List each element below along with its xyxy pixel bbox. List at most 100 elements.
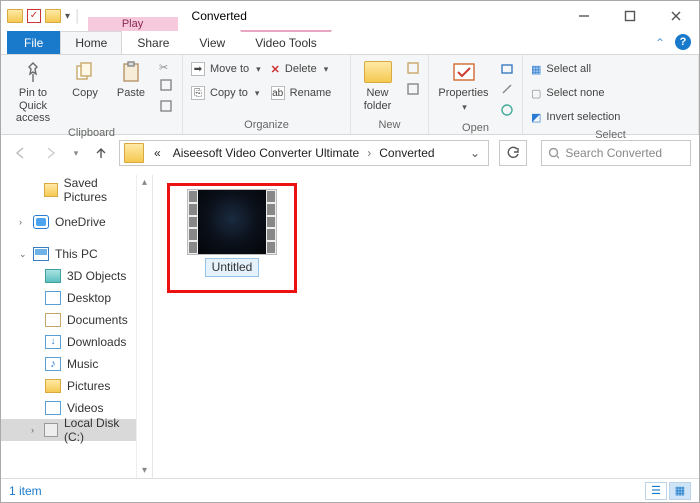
tree-item-documents[interactable]: Documents bbox=[1, 309, 136, 331]
history-icon[interactable] bbox=[500, 103, 514, 120]
downloads-icon bbox=[45, 335, 61, 349]
tree-item-this-pc[interactable]: ⌄This PC bbox=[1, 243, 136, 265]
content-pane[interactable]: Untitled bbox=[153, 175, 699, 478]
desktop-icon bbox=[45, 291, 61, 305]
new-item-icon[interactable] bbox=[406, 61, 420, 78]
address-dropdown-button[interactable]: ⌄ bbox=[462, 146, 488, 160]
tree-item-music[interactable]: ♪Music bbox=[1, 353, 136, 375]
new-folder-button[interactable]: New folder bbox=[359, 59, 396, 112]
tab-file[interactable]: File bbox=[7, 31, 60, 54]
this-pc-icon bbox=[33, 247, 49, 261]
move-to-icon: ➡ bbox=[191, 62, 205, 76]
select-all-icon: ▦ bbox=[531, 63, 541, 76]
properties-button[interactable]: Properties ▾ bbox=[437, 59, 490, 113]
chevron-right-icon[interactable]: › bbox=[365, 146, 373, 160]
collapse-ribbon-button[interactable]: ⌃ bbox=[649, 36, 671, 54]
copy-button[interactable]: Copy bbox=[67, 59, 103, 100]
cut-icon[interactable]: ✂ bbox=[159, 61, 173, 74]
tree-item-downloads[interactable]: Downloads bbox=[1, 331, 136, 353]
tree-item-saved-pictures[interactable]: Saved Pictures bbox=[1, 179, 136, 201]
invert-selection-icon: ◩ bbox=[531, 111, 541, 124]
copy-to-button[interactable]: ⎘Copy to▾ bbox=[191, 83, 261, 103]
search-input[interactable] bbox=[565, 146, 684, 160]
tree-item-local-disk[interactable]: ›Local Disk (C:) bbox=[1, 419, 136, 441]
move-to-button[interactable]: ➡Move to▾ bbox=[191, 59, 261, 79]
chevron-right-icon[interactable]: › bbox=[31, 425, 38, 435]
help-button[interactable]: ? bbox=[675, 34, 691, 50]
filmstrip-icon bbox=[266, 190, 276, 254]
edit-icon[interactable] bbox=[500, 82, 514, 99]
easy-access-icon[interactable] bbox=[406, 82, 420, 99]
chevron-down-icon[interactable]: ⌄ bbox=[19, 249, 27, 260]
nav-recent-button[interactable]: ▾ bbox=[69, 141, 83, 165]
tab-view[interactable]: View bbox=[184, 31, 240, 54]
search-box[interactable] bbox=[541, 140, 691, 166]
nav-back-button[interactable] bbox=[9, 141, 33, 165]
icons-view-button[interactable]: ▦ bbox=[669, 482, 691, 500]
tree-item-3d-objects[interactable]: 3D Objects bbox=[1, 265, 136, 287]
paste-shortcut-icon[interactable] bbox=[159, 99, 173, 116]
nav-up-button[interactable] bbox=[89, 141, 113, 165]
navigation-tree: Saved Pictures ›OneDrive ⌄This PC 3D Obj… bbox=[1, 175, 136, 478]
scroll-up-icon[interactable]: ▴ bbox=[142, 177, 147, 188]
copy-icon bbox=[69, 59, 101, 85]
music-icon: ♪ bbox=[45, 357, 61, 371]
tree-item-onedrive[interactable]: ›OneDrive bbox=[1, 211, 136, 233]
rename-button[interactable]: abRename bbox=[271, 83, 332, 103]
file-name-label[interactable]: Untitled bbox=[205, 258, 260, 277]
paste-icon bbox=[115, 59, 147, 85]
videos-icon bbox=[45, 401, 61, 415]
breadcrumb-prefix[interactable]: « bbox=[148, 146, 167, 160]
status-item-count: 1 item bbox=[9, 484, 42, 498]
tree-item-pictures[interactable]: Pictures bbox=[1, 375, 136, 397]
video-thumbnail bbox=[187, 189, 277, 255]
properties-qat-icon[interactable]: ✓ bbox=[27, 9, 41, 23]
minimize-button[interactable] bbox=[561, 1, 607, 31]
file-item[interactable]: Untitled bbox=[173, 189, 291, 287]
cube-icon bbox=[45, 269, 61, 283]
quick-access-toolbar: ✓ ▾ │ bbox=[1, 1, 88, 31]
pin-icon bbox=[17, 59, 49, 85]
refresh-button[interactable] bbox=[499, 140, 527, 166]
chevron-right-icon[interactable]: › bbox=[19, 217, 27, 227]
maximize-button[interactable] bbox=[607, 1, 653, 31]
open-icon[interactable] bbox=[500, 61, 514, 78]
tab-share[interactable]: Share bbox=[122, 31, 184, 54]
disk-icon bbox=[44, 423, 58, 437]
paste-button[interactable]: Paste bbox=[113, 59, 149, 100]
tab-home[interactable]: Home bbox=[60, 31, 122, 54]
nav-forward-button[interactable] bbox=[39, 141, 63, 165]
copy-path-icon[interactable] bbox=[159, 78, 173, 95]
address-bar[interactable]: « Aiseesoft Video Converter Ultimate › C… bbox=[119, 140, 489, 166]
documents-icon bbox=[45, 313, 61, 327]
select-none-button[interactable]: ▢Select none bbox=[531, 83, 620, 103]
breadcrumb-item[interactable]: Aiseesoft Video Converter Ultimate bbox=[167, 146, 366, 160]
tab-video-tools[interactable]: Video Tools bbox=[240, 30, 332, 54]
folder-icon bbox=[45, 9, 61, 23]
rename-icon: ab bbox=[271, 86, 285, 100]
properties-icon bbox=[448, 59, 480, 85]
tree-scrollbar[interactable]: ▴▾ bbox=[136, 175, 152, 478]
context-category: Play bbox=[88, 17, 178, 31]
new-folder-icon bbox=[362, 59, 394, 85]
scroll-down-icon[interactable]: ▾ bbox=[142, 465, 147, 476]
group-label-open: Open bbox=[429, 120, 522, 137]
search-icon bbox=[548, 147, 559, 160]
select-none-icon: ▢ bbox=[531, 87, 541, 100]
invert-selection-button[interactable]: ◩Invert selection bbox=[531, 107, 620, 127]
details-view-button[interactable]: ☰ bbox=[645, 482, 667, 500]
select-all-button[interactable]: ▦Select all bbox=[531, 59, 620, 79]
window-title: Converted bbox=[178, 1, 561, 31]
qat-chevron-icon[interactable]: ▾ bbox=[65, 11, 70, 22]
breadcrumb-item[interactable]: Converted bbox=[373, 146, 440, 160]
delete-button[interactable]: ✕Delete▾ bbox=[271, 59, 332, 79]
copy-to-icon: ⎘ bbox=[191, 86, 205, 100]
folder-icon bbox=[124, 143, 144, 163]
close-button[interactable] bbox=[653, 1, 699, 31]
folder-icon bbox=[44, 183, 58, 197]
tree-item-desktop[interactable]: Desktop bbox=[1, 287, 136, 309]
contextual-tab-header: Play bbox=[88, 1, 178, 31]
onedrive-icon bbox=[33, 215, 49, 229]
pin-to-quick-access-button[interactable]: Pin to Quick access bbox=[9, 59, 57, 125]
folder-icon bbox=[7, 9, 23, 23]
